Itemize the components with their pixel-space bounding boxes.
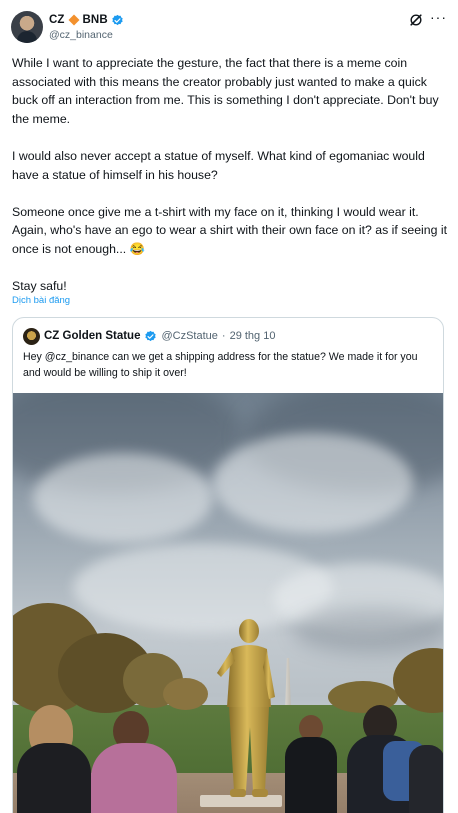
quoted-avatar[interactable] xyxy=(23,327,40,345)
golden-statue xyxy=(217,619,275,797)
visitor xyxy=(343,705,443,813)
author-display-name[interactable]: CZ xyxy=(49,14,65,26)
tree xyxy=(163,678,208,710)
visitor xyxy=(285,715,337,813)
bnb-diamond-icon xyxy=(68,14,80,26)
author-avatar[interactable] xyxy=(11,11,43,43)
tree xyxy=(393,648,443,713)
author-badge-text[interactable]: BNB xyxy=(83,14,108,26)
more-options-icon[interactable]: ··· xyxy=(430,10,446,27)
tweet-paragraph: Stay safu! xyxy=(12,279,67,294)
author-name-row[interactable]: CZ BNB xyxy=(49,12,124,28)
quoted-handle[interactable]: @CzStatue xyxy=(161,330,217,342)
sky-cloud xyxy=(213,433,413,533)
tweet-body: While I want to appreciate the gesture, … xyxy=(12,54,452,296)
verified-badge-icon xyxy=(145,330,157,341)
tweet-paragraph: While I want to appreciate the gesture, … xyxy=(12,56,439,126)
sky-cloud xyxy=(33,453,213,543)
tweet-paragraph: Someone once give me a t-shirt with my f… xyxy=(12,204,448,256)
tweet-header: CZ BNB @cz_binance ··· xyxy=(0,0,458,46)
grok-icon[interactable] xyxy=(409,13,423,27)
translate-post-link[interactable]: Dịch bài đăng xyxy=(12,295,70,306)
quoted-display-name[interactable]: CZ Golden Statue xyxy=(44,330,140,342)
quoted-separator: · xyxy=(221,330,226,342)
visitor xyxy=(91,711,177,813)
tweet-paragraph: I would also never accept a statue of my… xyxy=(12,148,425,182)
author-handle[interactable]: @cz_binance xyxy=(49,29,113,41)
quoted-date[interactable]: 29 thg 10 xyxy=(230,330,276,342)
verified-badge-icon xyxy=(112,14,123,25)
visitor xyxy=(13,705,91,813)
quoted-tweet-card[interactable]: CZ Golden Statue @CzStatue · 29 thg 10 H… xyxy=(12,317,444,813)
quoted-text: Hey @cz_binance can we get a shipping ad… xyxy=(23,351,418,379)
statue-photo[interactable] xyxy=(13,393,443,813)
quoted-header: CZ Golden Statue @CzStatue · 29 thg 10 xyxy=(23,327,276,345)
sky-cloud xyxy=(293,608,443,653)
